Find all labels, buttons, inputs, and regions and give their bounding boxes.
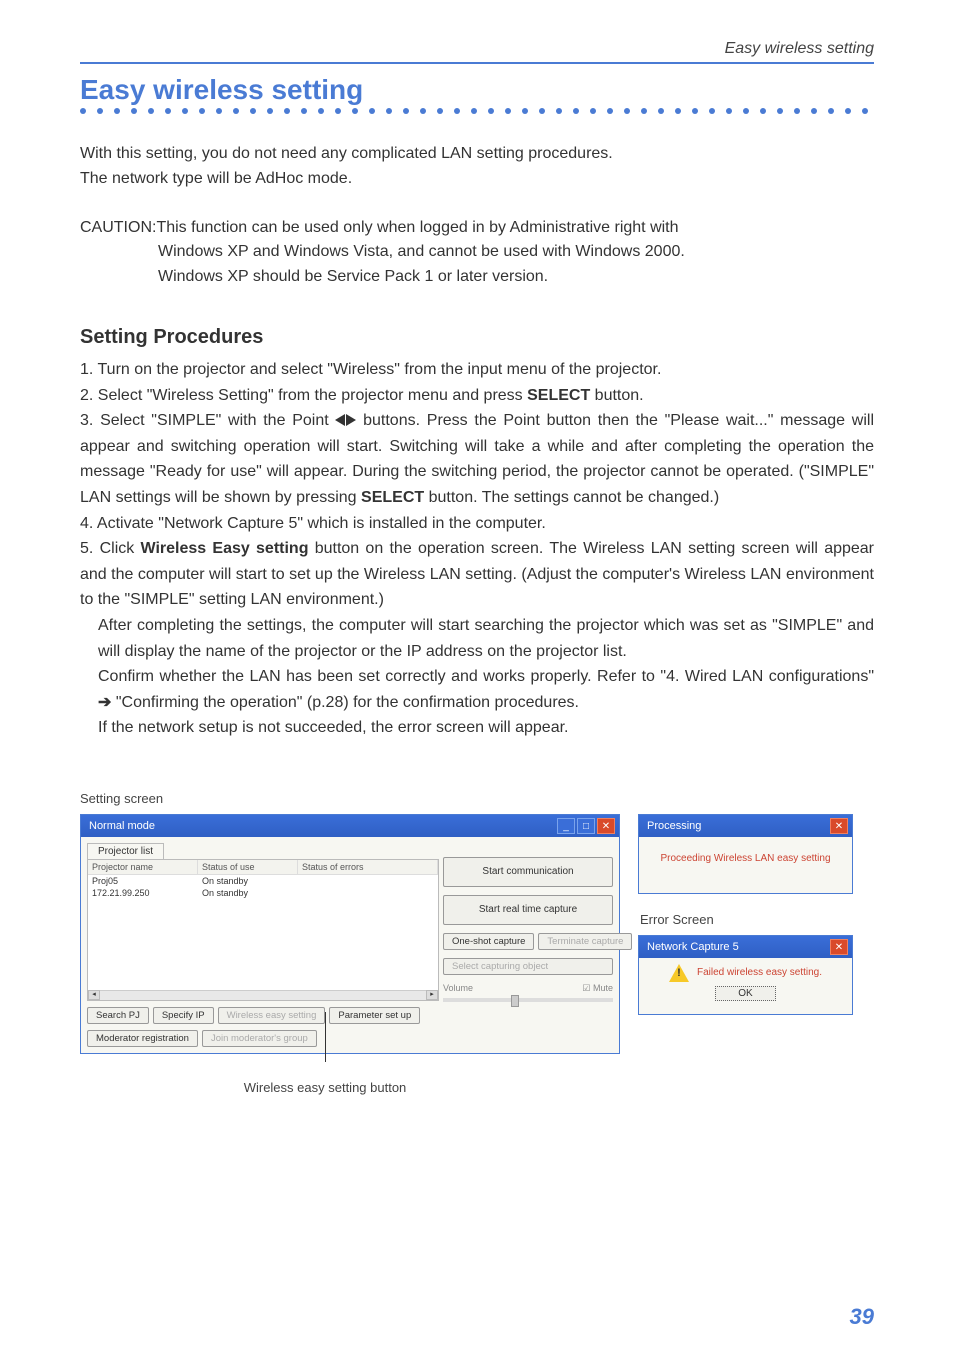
error-message: Failed wireless easy setting. bbox=[697, 967, 822, 978]
intro-p1: With this setting, you do not need any c… bbox=[80, 142, 874, 167]
error-title: Network Capture 5 bbox=[643, 941, 830, 953]
caution-block: CAUTION: This function can be used only … bbox=[80, 216, 874, 290]
search-pj-button[interactable]: Search PJ bbox=[87, 1007, 149, 1024]
col-status-of-errors: Status of errors bbox=[298, 860, 438, 875]
processing-message: Proceeding Wireless LAN easy setting bbox=[639, 837, 852, 880]
error-screen-label: Error Screen bbox=[640, 912, 853, 927]
app-titlebar: Normal mode _ □ ✕ bbox=[81, 815, 619, 837]
caution-line1: This function can be used only when logg… bbox=[156, 216, 874, 241]
horizontal-scrollbar[interactable]: ◂ ▸ bbox=[88, 990, 438, 1000]
scroll-right-icon[interactable]: ▸ bbox=[426, 990, 438, 1000]
main-heading: Easy wireless setting bbox=[80, 74, 874, 106]
step-5-cont-3: If the network setup is not succeeded, t… bbox=[98, 715, 874, 741]
list-header: Projector name Status of use Status of e… bbox=[88, 860, 438, 875]
col-projector-name: Projector name bbox=[88, 860, 198, 875]
start-communication-button[interactable]: Start communication bbox=[443, 857, 613, 887]
step-5-cont-2: Confirm whether the LAN has been set cor… bbox=[98, 664, 874, 715]
step-1: 1. Turn on the projector and select "Wir… bbox=[80, 357, 874, 383]
tab-projector-list[interactable]: Projector list bbox=[87, 843, 164, 859]
caution-line3: Windows XP should be Service Pack 1 or l… bbox=[158, 265, 874, 290]
wireless-easy-setting-button[interactable]: Wireless easy setting bbox=[218, 1007, 326, 1024]
join-moderator-group-button[interactable]: Join moderator's group bbox=[202, 1030, 317, 1047]
step-3: 3. Select "SIMPLE" with the Point button… bbox=[80, 408, 874, 510]
table-row[interactable]: Proj05 On standby bbox=[88, 875, 438, 887]
processing-titlebar: Processing ✕ bbox=[639, 815, 852, 837]
projector-list: Projector name Status of use Status of e… bbox=[87, 859, 439, 1001]
scroll-left-icon[interactable]: ◂ bbox=[88, 990, 100, 1000]
col-status-of-use: Status of use bbox=[198, 860, 298, 875]
mute-checkbox[interactable]: ☑ Mute bbox=[582, 983, 613, 994]
caution-label: CAUTION: bbox=[80, 216, 156, 241]
error-window: Network Capture 5 ✕ ! Failed wireless ea… bbox=[638, 935, 853, 1015]
close-icon[interactable]: ✕ bbox=[830, 818, 848, 834]
page-context: Easy wireless setting bbox=[80, 40, 874, 64]
parameter-setup-button[interactable]: Parameter set up bbox=[329, 1007, 420, 1024]
procedure-steps: 1. Turn on the projector and select "Wir… bbox=[80, 357, 874, 741]
step-4: 4. Activate "Network Capture 5" which is… bbox=[80, 511, 874, 537]
callout-label: Wireless easy setting button bbox=[175, 1080, 475, 1095]
select-capturing-object-button[interactable]: Select capturing object bbox=[443, 958, 613, 975]
app-window: Normal mode _ □ ✕ Projector list Project… bbox=[80, 814, 620, 1054]
step-2: 2. Select "Wireless Setting" from the pr… bbox=[80, 383, 874, 409]
maximize-icon[interactable]: □ bbox=[577, 818, 595, 834]
dotted-rule bbox=[80, 108, 874, 114]
page-number: 39 bbox=[850, 1304, 874, 1330]
one-shot-capture-button[interactable]: One-shot capture bbox=[443, 933, 534, 950]
terminate-capture-button[interactable]: Terminate capture bbox=[538, 933, 632, 950]
caution-line2: Windows XP and Windows Vista, and cannot… bbox=[158, 240, 874, 265]
specify-ip-button[interactable]: Specify IP bbox=[153, 1007, 214, 1024]
procedures-heading: Setting Procedures bbox=[80, 326, 874, 349]
start-real-time-capture-button[interactable]: Start real time capture bbox=[443, 895, 613, 925]
moderator-registration-button[interactable]: Moderator registration bbox=[87, 1030, 198, 1047]
error-titlebar: Network Capture 5 ✕ bbox=[639, 936, 852, 958]
table-row[interactable]: 172.21.99.250 On standby bbox=[88, 887, 438, 899]
app-title: Normal mode bbox=[85, 820, 557, 832]
screenshots-area: Normal mode _ □ ✕ Projector list Project… bbox=[80, 814, 874, 1054]
volume-label: Volume bbox=[443, 983, 473, 993]
point-right-icon bbox=[346, 414, 356, 426]
arrow-right-icon: ➔ bbox=[98, 690, 111, 716]
point-left-icon bbox=[335, 414, 345, 426]
ok-button[interactable]: OK bbox=[715, 986, 775, 1001]
warning-icon: ! bbox=[669, 964, 689, 982]
minimize-icon[interactable]: _ bbox=[557, 818, 575, 834]
setting-screen-label: Setting screen bbox=[80, 791, 874, 806]
volume-slider[interactable] bbox=[443, 998, 613, 1002]
close-icon[interactable]: ✕ bbox=[830, 939, 848, 955]
processing-window: Processing ✕ Proceeding Wireless LAN eas… bbox=[638, 814, 853, 894]
step-5: 5. Click Wireless Easy setting button on… bbox=[80, 536, 874, 613]
processing-title: Processing bbox=[643, 820, 830, 832]
intro-p2: The network type will be AdHoc mode. bbox=[80, 167, 874, 192]
step-5-cont-1: After completing the settings, the compu… bbox=[98, 613, 874, 664]
callout-line bbox=[325, 1012, 326, 1062]
close-icon[interactable]: ✕ bbox=[597, 818, 615, 834]
